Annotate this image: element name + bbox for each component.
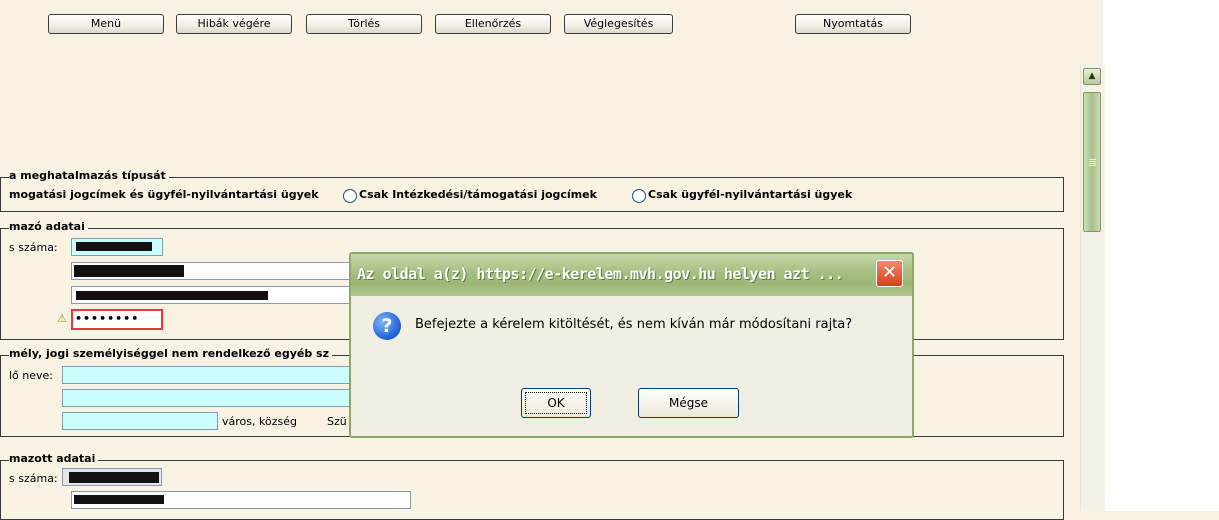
page-margin	[1103, 0, 1219, 511]
close-icon[interactable]: ✕	[876, 260, 903, 287]
dialog-titlebar[interactable]: Az oldal a(z) https://e-kerelem.mvh.gov.…	[351, 254, 912, 296]
option-all-label: mogatási jogcímek és ügyfél-nyilvántartá…	[9, 188, 319, 201]
cancel-button[interactable]: Mégse	[638, 388, 739, 418]
dialog-message: Befejezte a kérelem kitöltését, és nem k…	[415, 317, 853, 332]
ok-button[interactable]: OK	[521, 388, 591, 418]
finalize-button[interactable]: Véglegesítés	[564, 14, 673, 34]
print-button[interactable]: Nyomtatás	[795, 14, 911, 34]
scroll-thumb[interactable]	[1083, 92, 1101, 232]
delete-button[interactable]: Törlés	[306, 14, 422, 34]
grip-icon	[1089, 159, 1096, 167]
principal-name-input[interactable]	[71, 262, 361, 280]
organization-legend: mély, jogi személyiséggel nem rendelkező…	[9, 347, 332, 360]
agent-number-label: s száma:	[9, 472, 58, 485]
vertical-scrollbar[interactable]: ▲	[1080, 64, 1105, 511]
organization-name2-input[interactable]	[62, 389, 362, 407]
redacted-text	[76, 291, 268, 300]
redacted-text	[74, 265, 184, 277]
scroll-up-icon[interactable]: ▲	[1083, 68, 1101, 85]
redacted-text	[76, 242, 152, 251]
dialog-title: Az oldal a(z) https://e-kerelem.mvh.gov.…	[357, 265, 844, 283]
authorization-type-legend: a meghatalmazás típusát	[9, 169, 169, 182]
redacted-text	[69, 472, 159, 483]
city-label: város, község	[222, 415, 297, 428]
agent-name-input[interactable]	[71, 491, 411, 509]
redacted-text	[74, 495, 164, 504]
confirm-dialog: Az oldal a(z) https://e-kerelem.mvh.gov.…	[349, 252, 914, 438]
password-value: ••••••••	[75, 312, 140, 325]
agent-legend: mazott adatai	[9, 452, 99, 465]
street-label: Szü	[327, 415, 347, 428]
principal-number-label: s száma:	[9, 241, 58, 254]
principal-number-input[interactable]	[71, 238, 163, 256]
option-measures-label: Csak Intézkedési/támogatási jogcímek	[359, 188, 597, 201]
question-icon: ?	[373, 312, 401, 340]
warning-icon: ⚠	[57, 312, 67, 325]
principal-password-input[interactable]: ••••••••	[71, 309, 163, 330]
option-measures-radio[interactable]	[343, 189, 357, 203]
menu-button[interactable]: Menü	[48, 14, 164, 34]
organization-name-input[interactable]	[62, 366, 362, 384]
option-client-label: Csak ügyfél-nyilvántartási ügyek	[648, 188, 853, 201]
principal-address-input[interactable]	[71, 286, 361, 304]
check-button[interactable]: Ellenőrzés	[435, 14, 551, 34]
organization-zip-input[interactable]	[62, 412, 218, 430]
errors-end-button[interactable]: Hibák végére	[176, 14, 292, 34]
principal-legend: mazó adatai	[9, 220, 88, 233]
agent-number-input[interactable]	[62, 468, 162, 486]
option-client-radio[interactable]	[632, 189, 646, 203]
organization-name-label: lő neve:	[9, 369, 54, 382]
